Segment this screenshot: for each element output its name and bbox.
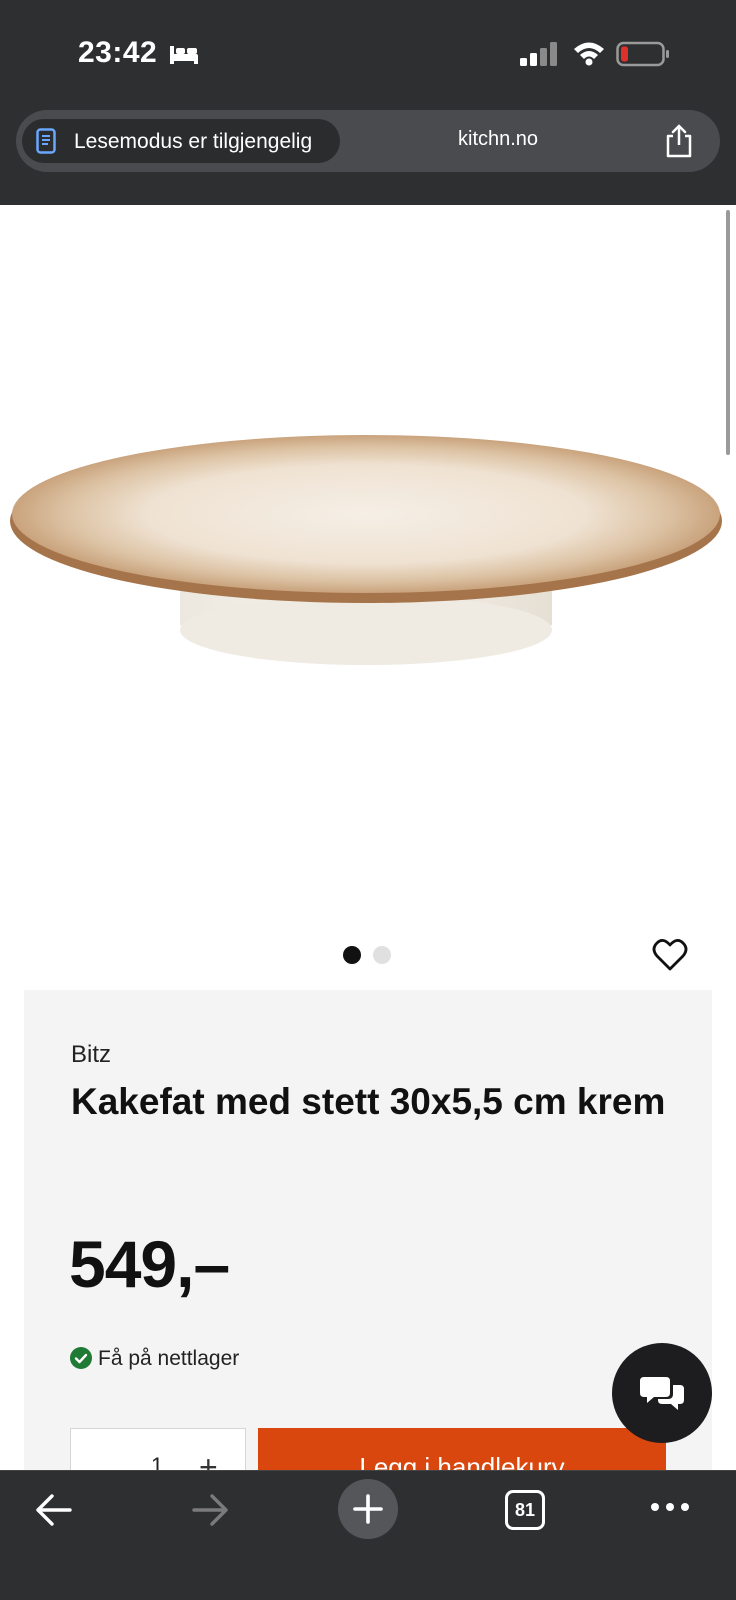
image-scroll-indicator [726,210,730,455]
top-chrome [0,0,736,205]
reader-mode-label: Lesemodus er tilgjengelig [74,130,313,153]
wifi-icon [574,42,604,66]
bed-icon [170,46,198,64]
carousel-dot-active[interactable] [343,946,361,964]
new-tab-button[interactable] [338,1479,398,1539]
back-arrow-icon[interactable] [34,1493,74,1527]
product-image[interactable] [0,205,736,935]
tabs-icon[interactable]: 81 [505,1490,545,1530]
bottom-toolbar: 81 [0,1470,736,1600]
forward-arrow-icon[interactable] [190,1493,230,1527]
stock-label: Få på nettlager [98,1347,240,1370]
signal-icon [520,42,557,66]
new-tab-icon [353,1494,383,1524]
reader-icon [36,128,56,154]
product-title: Kakefat med stett 30x5,5 cm krem [71,1081,666,1122]
chat-button[interactable] [612,1343,712,1443]
share-icon[interactable] [664,124,694,158]
more-icon[interactable] [650,1501,690,1513]
status-time: 23:42 [78,36,158,69]
product-price: 549,– [69,1227,230,1301]
cake-stand-plate-image [10,435,722,665]
product-brand[interactable]: Bitz [71,1041,111,1069]
chat-icon [640,1377,684,1410]
check-icon [70,1347,92,1369]
url-text[interactable]: kitchn.no [458,128,538,151]
battery-low-icon [616,41,669,67]
heart-icon[interactable] [652,938,688,972]
carousel-dot-inactive[interactable] [373,946,391,964]
